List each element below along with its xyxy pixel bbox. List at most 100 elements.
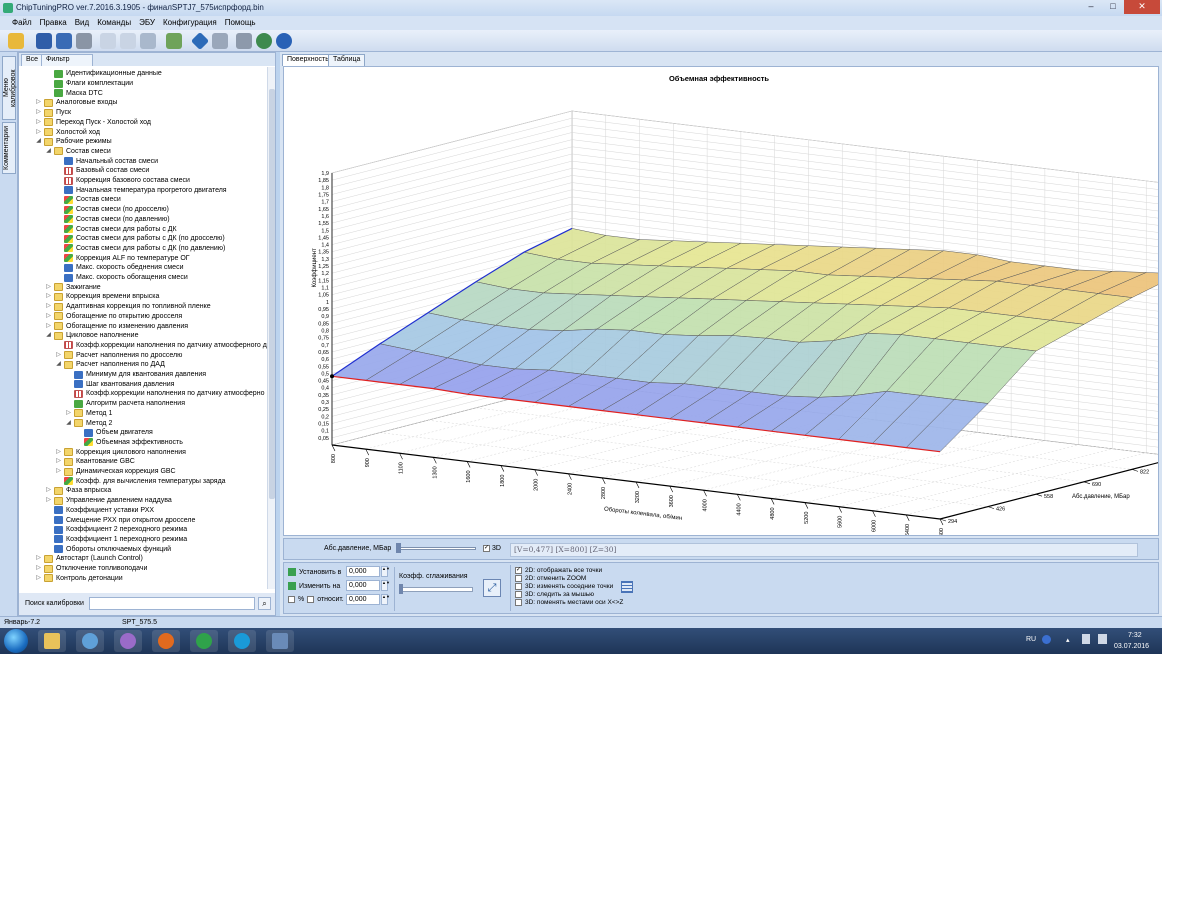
expand-icon[interactable]: ▷ [35, 99, 42, 106]
save-icon[interactable] [36, 33, 52, 49]
menu-edit[interactable]: Правка [36, 16, 71, 30]
tree-item[interactable]: ▷ Обогащение по изменению давления [45, 321, 188, 331]
tab-all[interactable]: Все [21, 54, 44, 66]
tree-item[interactable]: Обороты отключаемых функций [45, 544, 171, 554]
surface-chart-area[interactable]: 0,05 0,1 0,15 0,2 0,25 0,3 0,35 0,4 0,45 0,5 0,55 0… [283, 66, 1159, 536]
tree-item[interactable]: ▷ Пуск [35, 108, 71, 118]
expand-icon[interactable]: ▷ [65, 410, 72, 417]
surface-plot[interactable]: 0,050,10,150,20,250,30,350,40,450,50,550… [284, 67, 1158, 535]
tree-item[interactable]: Коррекция базового состава смеси [55, 176, 190, 186]
set-spinner[interactable]: ▲▼ [381, 566, 390, 577]
expand-icon[interactable]: ▷ [55, 449, 62, 456]
tree-item[interactable]: ▷ Коррекция времени впрыска [45, 292, 159, 302]
tree-item[interactable]: Состав смеси для работы с ДК [55, 224, 177, 234]
expand-icon[interactable]: ▷ [45, 284, 52, 291]
firefox-icon[interactable] [152, 630, 180, 652]
tree-item[interactable]: Макс. скорость обеднения смеси [55, 263, 184, 273]
globe-icon[interactable] [256, 33, 272, 49]
expand-icon[interactable]: ▷ [55, 468, 62, 475]
tree-item[interactable]: Состав смеси [55, 195, 121, 205]
search-input[interactable] [89, 597, 255, 610]
collapse-icon[interactable]: ◢ [65, 420, 72, 427]
checkbox-3d[interactable]: ✓ 3D [483, 545, 501, 552]
tree-item[interactable]: ▷ Расчет наполнения по дросселю [55, 350, 182, 360]
explorer-icon[interactable] [38, 630, 66, 652]
menu-help[interactable]: Помощь [221, 16, 260, 30]
smoothing-slider-knob[interactable] [399, 584, 403, 594]
paste-icon[interactable] [120, 33, 136, 49]
skype-icon[interactable] [228, 630, 256, 652]
option-follow-mouse[interactable]: 3D: следить за мышью [515, 591, 594, 598]
tree-item[interactable]: Коэффициент уставки РХХ [45, 506, 154, 516]
tree-item[interactable]: ▷ Метод 1 [65, 409, 112, 419]
tree-item[interactable]: Коэффициент 2 переходного режима [45, 525, 187, 535]
expand-icon[interactable]: ▷ [45, 303, 52, 310]
option-show-all-points[interactable]: ✓ 2D: отображать все точки [515, 567, 602, 574]
menu-file[interactable]: Файл [8, 16, 36, 30]
flag-icon[interactable] [1082, 634, 1090, 644]
expand-icon[interactable]: ▷ [35, 129, 42, 136]
pressure-slider-knob[interactable] [396, 543, 401, 553]
relative-spinner[interactable]: ▲▼ [381, 594, 390, 605]
pen-icon[interactable] [114, 630, 142, 652]
expand-icon[interactable]: ▷ [45, 293, 52, 300]
option-edit-neighbors[interactable]: 3D: изменять соседние точки [515, 583, 613, 590]
collapse-icon[interactable]: ◢ [35, 138, 42, 145]
maximize-icon[interactable]: □ [1102, 0, 1124, 14]
network-icon[interactable] [1098, 634, 1107, 644]
tree-item[interactable]: ▷ Отключение топливоподачи [35, 564, 147, 574]
tools-icon[interactable] [236, 33, 252, 49]
tree-item[interactable]: Флаги комплектации [45, 79, 133, 89]
apply-change-icon[interactable] [288, 582, 296, 590]
tree-item[interactable]: ▷ Переход Пуск - Холостой ход [35, 118, 151, 128]
relative-value-input[interactable]: 0,000 [346, 594, 380, 605]
expand-icon[interactable]: ▷ [45, 313, 52, 320]
tab-comments[interactable]: Комментарии [2, 122, 16, 174]
tree-item[interactable]: ▷ Управление давлением наддува [45, 496, 172, 506]
clock-time[interactable]: 7:32 [1128, 632, 1142, 639]
tree-item[interactable]: ▷ Динамическая коррекция GBC [55, 467, 176, 477]
mail-icon[interactable] [190, 630, 218, 652]
tree-item[interactable]: Состав смеси для работы с ДК (по дроссел… [55, 234, 225, 244]
media-player-icon[interactable] [76, 630, 104, 652]
tree-item[interactable]: Коррекция ALF по температуре ОГ [55, 253, 190, 263]
expand-icon[interactable]: ▷ [35, 109, 42, 116]
tree-item[interactable]: Коэфф.коррекции наполнения по датчику ат… [65, 389, 264, 399]
change-spinner[interactable]: ▲▼ [381, 580, 390, 591]
menu-commands[interactable]: Команды [93, 16, 135, 30]
tree-item[interactable]: ▷ Аналоговые входы [35, 98, 117, 108]
expand-icon[interactable]: ▷ [35, 119, 42, 126]
tree-item[interactable]: Объемная эффективность [75, 438, 183, 448]
tree-item[interactable]: ◢ Рабочие режимы [35, 137, 112, 147]
tree-item[interactable]: Состав смеси (по давлению) [55, 215, 170, 225]
chevron-up-icon[interactable]: ▴ [1066, 636, 1070, 644]
tree-item[interactable]: Коэфф. для вычисления температуры заряда [55, 476, 226, 486]
expand-icon[interactable]: ▷ [45, 323, 52, 330]
expand-icon[interactable]: ▷ [45, 497, 52, 504]
close-icon[interactable]: ✕ [1124, 0, 1160, 14]
chiptuning-icon[interactable] [266, 630, 294, 652]
tab-filter[interactable]: Фильтр [41, 54, 93, 66]
tree-item[interactable]: Коэффициент 1 переходного режима [45, 535, 187, 545]
tree-item[interactable]: Базовый состав смеси [55, 166, 149, 176]
tree-item[interactable]: Алгоритм расчета наполнения [65, 399, 185, 409]
magnifier-icon[interactable]: ⌕ [258, 597, 271, 610]
undo-icon[interactable] [140, 33, 156, 49]
tree-item[interactable]: Шаг квантования давления [65, 379, 174, 389]
tab-calibration-menu[interactable]: Меню калибровок [2, 56, 17, 120]
print-icon[interactable] [76, 33, 92, 49]
expand-icon[interactable]: ▷ [45, 487, 52, 494]
table-grid-icon[interactable] [621, 581, 633, 593]
expand-icon[interactable]: ▷ [35, 575, 42, 582]
tree-item[interactable]: ▷ Автостарт (Launch Control) [35, 554, 143, 564]
pressure-slider[interactable] [398, 547, 476, 550]
help-tray-icon[interactable] [1042, 635, 1051, 644]
help-icon[interactable] [276, 33, 292, 49]
collapse-icon[interactable]: ◢ [45, 332, 52, 339]
percent-checkbox[interactable] [288, 596, 295, 603]
tree-item[interactable]: ▷ Контроль детонации [35, 573, 123, 583]
tree-item[interactable]: Коэфф.коррекции наполнения по датчику ат… [55, 341, 267, 351]
tree-item[interactable]: Состав смеси для работы с ДК (по давлени… [55, 244, 225, 254]
tree-item[interactable]: ▷ Холостой ход [35, 127, 100, 137]
expand-icon[interactable]: ▷ [55, 352, 62, 359]
